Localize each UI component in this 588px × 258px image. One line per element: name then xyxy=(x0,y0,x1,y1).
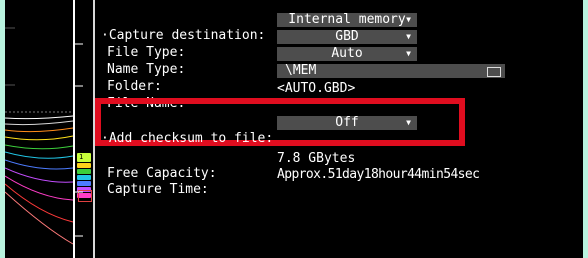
name-type-value: Auto xyxy=(331,46,363,61)
file-name-value: <AUTO.GBD> xyxy=(277,81,356,96)
add-checksum-dropdown[interactable]: Off ▼ xyxy=(277,116,417,130)
caret-down-icon: ▼ xyxy=(406,15,411,24)
folder-field[interactable]: \MEM xyxy=(277,64,505,78)
waveform-traces xyxy=(5,27,74,245)
capture-time-label: Capture Time: xyxy=(107,182,209,197)
waveform-panel: 1 xyxy=(5,0,93,258)
capture-destination-dropdown[interactable]: Internal memory ▼ xyxy=(277,13,417,27)
folder-row: Folder: xyxy=(101,64,162,94)
add-checksum-label: ·Add checksum to file: xyxy=(101,131,274,146)
add-checksum-value: Off xyxy=(335,115,359,130)
file-type-value: GBD xyxy=(335,29,359,44)
caret-down-icon: ▼ xyxy=(406,32,411,41)
axis-ticks xyxy=(75,43,83,237)
caret-down-icon: ▼ xyxy=(406,49,411,58)
folder-value: \MEM xyxy=(285,63,317,78)
free-capacity-value: 7.8 GBytes xyxy=(277,151,356,166)
caret-down-icon: ▼ xyxy=(406,118,411,127)
capture-time-row: Capture Time: xyxy=(101,167,209,197)
add-checksum-row: ·Add checksum to file: xyxy=(101,116,273,146)
file-type-row: File Type: xyxy=(101,30,185,60)
capture-time-value: Approx.51day18hour44min54sec xyxy=(277,167,480,182)
name-type-row: Name Type: xyxy=(101,47,185,77)
capture-destination-row: ·Capture destination: xyxy=(101,13,265,43)
name-type-dropdown[interactable]: Auto ▼ xyxy=(277,47,417,61)
capture-settings-panel: ·Capture destination: Internal memory ▼ … xyxy=(95,0,583,258)
device-screen: 1 ·Capture destination: Internal memory xyxy=(5,0,583,258)
free-capacity-row: Free Capacity: xyxy=(101,151,217,181)
folder-browse-icon[interactable] xyxy=(487,67,501,77)
capture-destination-value: Internal memory xyxy=(288,12,406,27)
file-type-dropdown[interactable]: GBD ▼ xyxy=(277,30,417,44)
file-name-row: File Name: xyxy=(101,81,185,111)
